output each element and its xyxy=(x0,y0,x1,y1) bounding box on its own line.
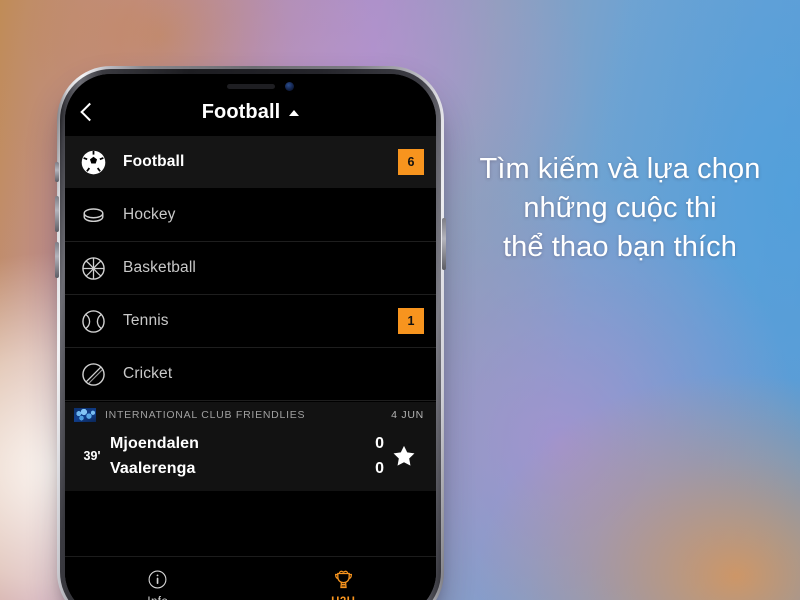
sport-row-cricket[interactable]: Cricket xyxy=(65,348,436,401)
bottom-tab-bar: Info H2H xyxy=(65,556,436,600)
tennis-ball-icon xyxy=(78,306,108,336)
world-globe-flag-icon xyxy=(74,407,96,422)
match-card[interactable]: INTERNATIONAL CLUB FRIENDLIES 4 JUN 39' … xyxy=(65,401,436,491)
chevron-left-icon[interactable] xyxy=(80,102,99,122)
sport-row-football[interactable]: Football 6 xyxy=(65,136,436,189)
sport-row-hockey[interactable]: Hockey xyxy=(65,189,436,242)
sport-label: Cricket xyxy=(123,365,173,382)
hockey-puck-icon xyxy=(78,200,108,230)
sport-selector[interactable]: Football xyxy=(202,101,300,124)
tab-info[interactable]: Info xyxy=(65,557,251,600)
volume-up-button[interactable] xyxy=(55,196,59,232)
cricket-ball-icon xyxy=(78,359,108,389)
promo-caption: Tìm kiếm và lựa chọn những cuộc thi thể … xyxy=(440,150,800,267)
match-minute: 39' xyxy=(83,449,101,463)
info-circle-icon xyxy=(147,568,168,591)
sport-badge-count: 1 xyxy=(398,308,424,334)
sport-label: Tennis xyxy=(123,312,169,329)
away-team-score: 0 xyxy=(375,459,384,477)
sport-row-tennis[interactable]: Tennis 1 xyxy=(65,295,436,348)
league-name: INTERNATIONAL CLUB FRIENDLIES xyxy=(105,408,306,421)
earpiece-speaker xyxy=(226,84,275,89)
star-filled-icon[interactable] xyxy=(384,443,424,469)
basketball-icon xyxy=(78,253,108,283)
page-title: Football xyxy=(201,100,281,123)
match-date: 4 JUN xyxy=(391,408,424,421)
home-team-row: Mjoendalen 0 xyxy=(110,431,384,456)
sport-label: Basketball xyxy=(123,259,197,276)
tab-label: H2H xyxy=(331,596,355,600)
trophy-icon xyxy=(332,568,355,591)
phone-mockup: Football Football 6 Hockey Basketball Te… xyxy=(55,66,446,600)
sport-list: Football 6 Hockey Basketball Tennis 1 Cr… xyxy=(65,136,436,401)
sports-app: Football Football 6 Hockey Basketball Te… xyxy=(65,74,436,600)
home-team-name: Mjoendalen xyxy=(110,434,200,452)
caret-up-icon xyxy=(289,109,300,116)
phone-screen: Football Football 6 Hockey Basketball Te… xyxy=(65,74,436,600)
home-team-score: 0 xyxy=(375,434,384,452)
power-button[interactable] xyxy=(442,218,446,270)
sport-label: Hockey xyxy=(123,206,176,223)
tab-h2h[interactable]: H2H xyxy=(251,557,437,600)
away-team-row: Vaalerenga 0 xyxy=(110,456,384,481)
match-card-header: INTERNATIONAL CLUB FRIENDLIES 4 JUN xyxy=(65,402,436,427)
caption-line-2: những cuộc thi xyxy=(523,192,717,224)
content-spacer xyxy=(65,491,436,556)
mute-switch[interactable] xyxy=(55,162,59,182)
volume-down-button[interactable] xyxy=(55,242,59,278)
away-team-name: Vaalerenga xyxy=(110,459,196,477)
front-camera-icon xyxy=(284,82,294,91)
sport-badge-count: 6 xyxy=(398,149,424,175)
tab-label: Info xyxy=(147,596,168,600)
match-card-body: 39' Mjoendalen 0 Vaalerenga 0 xyxy=(65,427,436,491)
teams-block: Mjoendalen 0 Vaalerenga 0 xyxy=(110,431,384,481)
sport-label: Football xyxy=(123,153,185,170)
caption-line-1: Tìm kiếm và lựa chọn xyxy=(479,153,761,185)
caption-line-3: thể thao bạn thích xyxy=(503,231,737,263)
phone-notch xyxy=(175,74,326,100)
sport-row-basketball[interactable]: Basketball xyxy=(65,242,436,295)
soccer-ball-icon xyxy=(78,147,108,177)
